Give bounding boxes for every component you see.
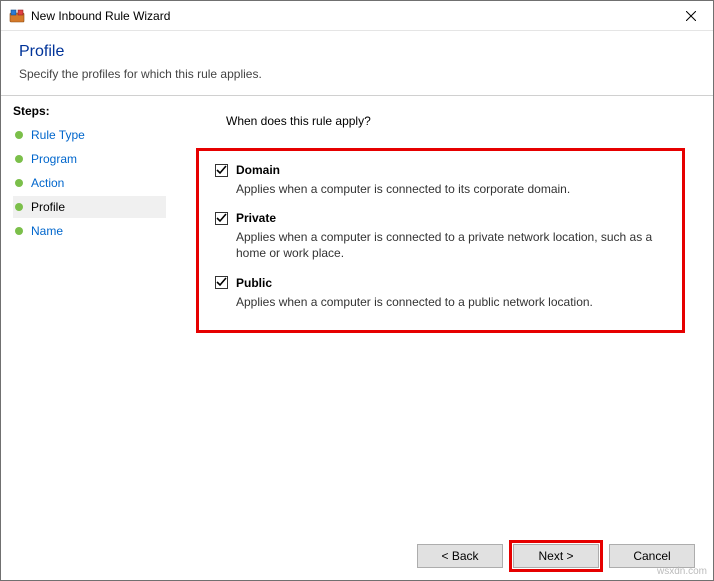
checkbox-public[interactable]	[215, 276, 228, 289]
wizard-body: Steps: Rule Type Program Action Profile …	[1, 96, 713, 532]
close-icon	[686, 11, 696, 21]
step-label: Rule Type	[31, 128, 85, 142]
prompt-text: When does this rule apply?	[226, 114, 693, 128]
checkmark-icon	[216, 213, 227, 224]
option-row: Domain	[215, 163, 666, 177]
option-row: Public	[215, 276, 666, 290]
page-title: Profile	[19, 43, 695, 61]
option-label: Public	[236, 276, 272, 290]
close-button[interactable]	[668, 1, 713, 31]
step-profile[interactable]: Profile	[13, 196, 166, 218]
titlebar: New Inbound Rule Wizard	[1, 1, 713, 31]
checkmark-icon	[216, 165, 227, 176]
wizard-footer: < Back Next > Cancel	[1, 532, 713, 580]
options-highlight: Domain Applies when a computer is connec…	[196, 148, 685, 333]
steps-heading: Steps:	[13, 104, 166, 118]
option-domain: Domain Applies when a computer is connec…	[215, 163, 666, 197]
back-button[interactable]: < Back	[417, 544, 503, 568]
option-public: Public Applies when a computer is connec…	[215, 276, 666, 310]
bullet-icon	[15, 179, 23, 187]
step-rule-type[interactable]: Rule Type	[13, 124, 166, 146]
step-action[interactable]: Action	[13, 172, 166, 194]
bullet-icon	[15, 203, 23, 211]
option-label: Domain	[236, 163, 280, 177]
option-row: Private	[215, 211, 666, 225]
checkbox-private[interactable]	[215, 212, 228, 225]
bullet-icon	[15, 131, 23, 139]
next-button[interactable]: Next >	[513, 544, 599, 568]
window-title: New Inbound Rule Wizard	[31, 9, 668, 23]
wizard-window: New Inbound Rule Wizard Profile Specify …	[0, 0, 714, 581]
step-program[interactable]: Program	[13, 148, 166, 170]
option-description: Applies when a computer is connected to …	[236, 294, 666, 310]
step-label: Program	[31, 152, 77, 166]
wizard-header: Profile Specify the profiles for which t…	[1, 31, 713, 96]
step-label: Action	[31, 176, 64, 190]
step-label: Name	[31, 224, 63, 238]
cancel-button[interactable]: Cancel	[609, 544, 695, 568]
steps-sidebar: Steps: Rule Type Program Action Profile …	[1, 96, 176, 532]
step-label: Profile	[31, 200, 65, 214]
checkmark-icon	[216, 277, 227, 288]
bullet-icon	[15, 227, 23, 235]
bullet-icon	[15, 155, 23, 163]
option-description: Applies when a computer is connected to …	[236, 181, 666, 197]
checkbox-domain[interactable]	[215, 164, 228, 177]
wizard-content: When does this rule apply? Domain Applie…	[176, 96, 713, 532]
step-name[interactable]: Name	[13, 220, 166, 242]
option-label: Private	[236, 211, 276, 225]
option-description: Applies when a computer is connected to …	[236, 229, 666, 261]
page-subtitle: Specify the profiles for which this rule…	[19, 67, 695, 81]
app-icon	[9, 8, 25, 24]
option-private: Private Applies when a computer is conne…	[215, 211, 666, 261]
